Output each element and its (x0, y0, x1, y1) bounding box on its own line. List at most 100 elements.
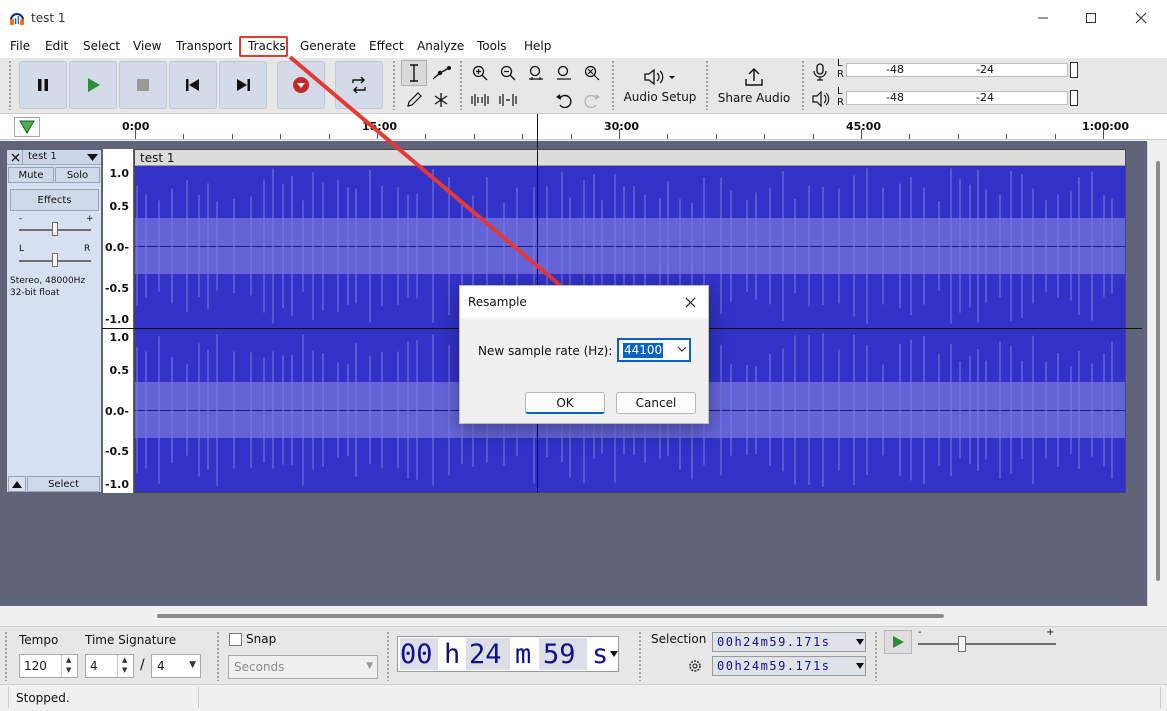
play-at-speed-button[interactable] (884, 630, 912, 654)
record-button[interactable] (277, 61, 325, 109)
menu-effect[interactable]: Effect (369, 39, 404, 53)
microphone-icon (813, 63, 827, 81)
pause-button[interactable] (19, 61, 67, 109)
selection-tool-button[interactable] (401, 60, 427, 86)
track-name[interactable]: test 1 (28, 151, 57, 162)
record-meter-button[interactable] (812, 63, 832, 83)
playback-meter[interactable]: L R -48 -24 (836, 86, 1086, 109)
menu-generate[interactable]: Generate (300, 39, 356, 53)
snap-checkbox[interactable] (229, 633, 242, 646)
track-menu-dropdown-icon[interactable] (87, 154, 98, 161)
time-signature-lower-select[interactable]: 4 ▼ (151, 654, 201, 678)
horizontal-scroll-thumb[interactable] (157, 614, 944, 618)
menu-transport[interactable]: Transport (176, 39, 232, 53)
ruler-tick (570, 134, 572, 139)
vertical-scroll-thumb[interactable] (1156, 161, 1160, 581)
silence-selection-button[interactable] (495, 87, 521, 113)
track-control-panel[interactable]: test 1 Mute Solo Effects - + L R Stereo,… (6, 149, 102, 493)
menu-analyze[interactable]: Analyze (417, 39, 464, 53)
vertical-scrollbar[interactable] (1147, 141, 1167, 606)
time-display[interactable]: 00 h 24 m 59 s (397, 636, 619, 672)
close-icon (685, 297, 695, 307)
timeline-ruler[interactable]: 0:00 15:00 30:00 45:00 1:00:00 (0, 114, 1167, 140)
toolbar-grip[interactable] (8, 60, 12, 110)
menu-select[interactable]: Select (83, 39, 120, 53)
close-window-button[interactable] (1118, 0, 1164, 36)
speed-slider-thumb[interactable] (958, 636, 966, 652)
toolbar-grip[interactable] (459, 60, 463, 110)
ok-button[interactable]: OK (525, 392, 605, 414)
multi-tool-button[interactable] (428, 87, 454, 113)
solo-button[interactable]: Solo (55, 167, 100, 183)
cancel-button[interactable]: Cancel (616, 392, 696, 414)
toolbar-grip[interactable] (874, 631, 878, 681)
dialog-close-button[interactable] (678, 290, 702, 314)
fit-project-button[interactable] (551, 60, 577, 86)
audio-setup-button[interactable]: Audio Setup (621, 61, 699, 111)
horizontal-scrollbar[interactable] (0, 606, 1167, 626)
time-format-dropdown-icon[interactable] (610, 651, 618, 657)
maximize-button[interactable] (1068, 0, 1114, 36)
toolbar-grip[interactable] (801, 60, 805, 110)
selection-start-display[interactable]: 00h24m59.171s (712, 632, 866, 652)
play-button[interactable] (69, 61, 117, 109)
toolbar-grip[interactable] (4, 631, 8, 681)
menu-view[interactable]: View (133, 39, 161, 53)
undo-button[interactable] (551, 87, 577, 113)
chevron-down-icon[interactable] (677, 345, 687, 353)
ts-upper-spinner[interactable]: ▲ ▼ (117, 655, 133, 677)
menu-help[interactable]: Help (524, 39, 551, 53)
toolbar-grip[interactable] (705, 60, 709, 110)
toolbar-grip[interactable] (611, 60, 615, 110)
fit-selection-button[interactable] (523, 60, 549, 86)
selection-toolbar: Tempo 120 ▲ ▼ Time Signature 4 ▲ ▼ / 4 ▼ S… (0, 626, 1167, 684)
zoom-toggle-button[interactable] (579, 60, 605, 86)
close-track-button[interactable] (8, 150, 23, 164)
speed-slider-track[interactable] (918, 643, 1056, 645)
sample-rate-combobox[interactable]: 44100 (617, 338, 691, 362)
menu-file[interactable]: File (10, 39, 30, 53)
effects-button[interactable]: Effects (10, 189, 99, 211)
toolbar-grip[interactable] (216, 631, 220, 681)
redo-button[interactable] (579, 87, 605, 113)
sample-rate-label: New sample rate (Hz): (478, 344, 613, 358)
zoom-in-button[interactable] (467, 60, 493, 86)
meter-slider-thumb[interactable] (1070, 90, 1078, 106)
share-audio-button[interactable]: Share Audio (714, 61, 794, 111)
selection-start-dropdown-icon[interactable] (856, 639, 864, 645)
gear-icon[interactable] (687, 658, 703, 674)
selection-end-display[interactable]: 00h24m59.171s (712, 656, 866, 676)
toolbar-grip[interactable] (386, 631, 390, 681)
skip-to-end-button[interactable] (219, 61, 267, 109)
loop-button[interactable] (335, 61, 383, 109)
select-track-button[interactable]: Select (27, 476, 100, 492)
gain-slider-thumb[interactable] (52, 222, 58, 236)
envelope-tool-button[interactable] (428, 60, 454, 86)
menu-edit[interactable]: Edit (45, 39, 68, 53)
selection-end-dropdown-icon[interactable] (856, 663, 864, 669)
toolbar-grip[interactable] (392, 60, 396, 110)
meter-slider-thumb[interactable] (1070, 62, 1078, 78)
snap-unit-select[interactable]: Seconds ▼ (228, 655, 378, 679)
vertical-amplitude-ruler[interactable]: 1.0 0.5 0.0- -0.5 -1.0 1.0 0.5 0.0- -0.5… (103, 149, 134, 493)
stop-button[interactable] (119, 61, 167, 109)
tempo-input[interactable]: 120 ▲ ▼ (19, 654, 78, 678)
mute-button[interactable]: Mute (8, 167, 54, 183)
tempo-spinner[interactable]: ▲ ▼ (61, 655, 77, 677)
skip-to-start-button[interactable] (169, 61, 217, 109)
ruler-play-button[interactable] (14, 117, 40, 137)
time-signature-upper-input[interactable]: 4 ▲ ▼ (85, 654, 134, 678)
window-title: test 1 (31, 11, 66, 25)
draw-tool-button[interactable] (401, 87, 427, 113)
menu-tools[interactable]: Tools (477, 39, 507, 53)
playback-meter-button[interactable] (812, 90, 832, 111)
record-meter[interactable]: L R -48 -24 (836, 58, 1086, 81)
stop-icon (137, 79, 149, 91)
collapse-track-button[interactable] (8, 476, 26, 492)
trim-outside-button[interactable] (467, 87, 493, 113)
sample-rate-value[interactable]: 44100 (623, 343, 664, 358)
zoom-out-button[interactable] (495, 60, 521, 86)
pan-slider-thumb[interactable] (52, 253, 58, 267)
minimize-button[interactable] (1020, 0, 1066, 36)
toolbar-grip[interactable] (638, 631, 642, 681)
